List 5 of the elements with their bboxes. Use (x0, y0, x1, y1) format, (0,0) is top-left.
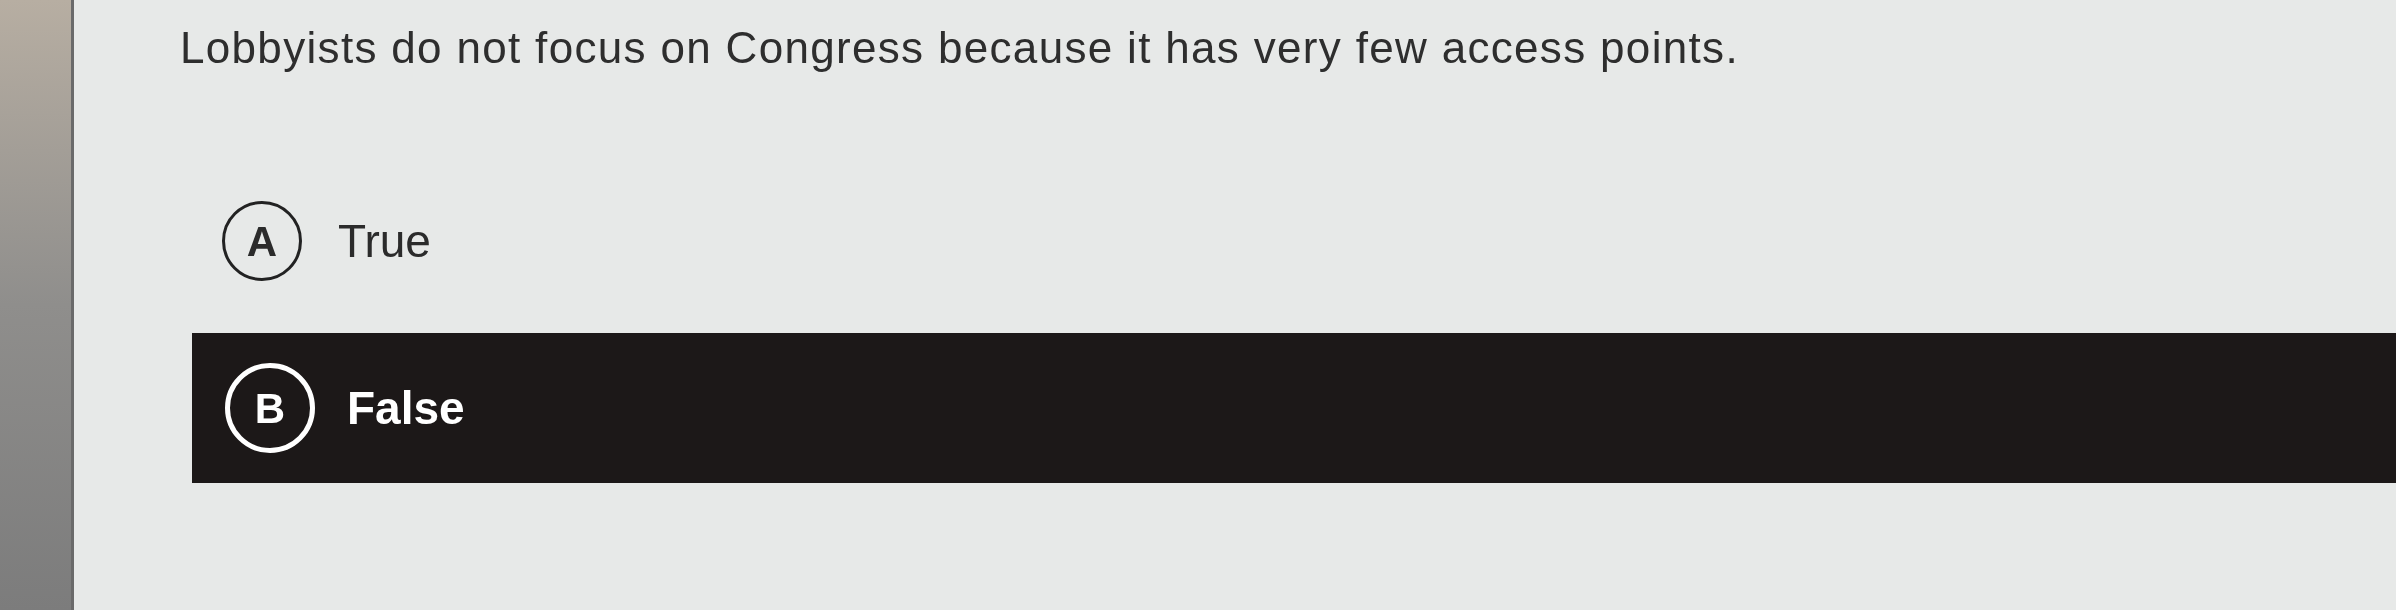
option-letter: A (222, 201, 302, 281)
answer-option[interactable]: A True (192, 170, 2396, 312)
option-letter: B (225, 363, 315, 453)
question-text: Lobbyists do not focus on Congress because it has very few access points. (179, 22, 1740, 74)
answer-option[interactable]: B False (192, 333, 2396, 483)
